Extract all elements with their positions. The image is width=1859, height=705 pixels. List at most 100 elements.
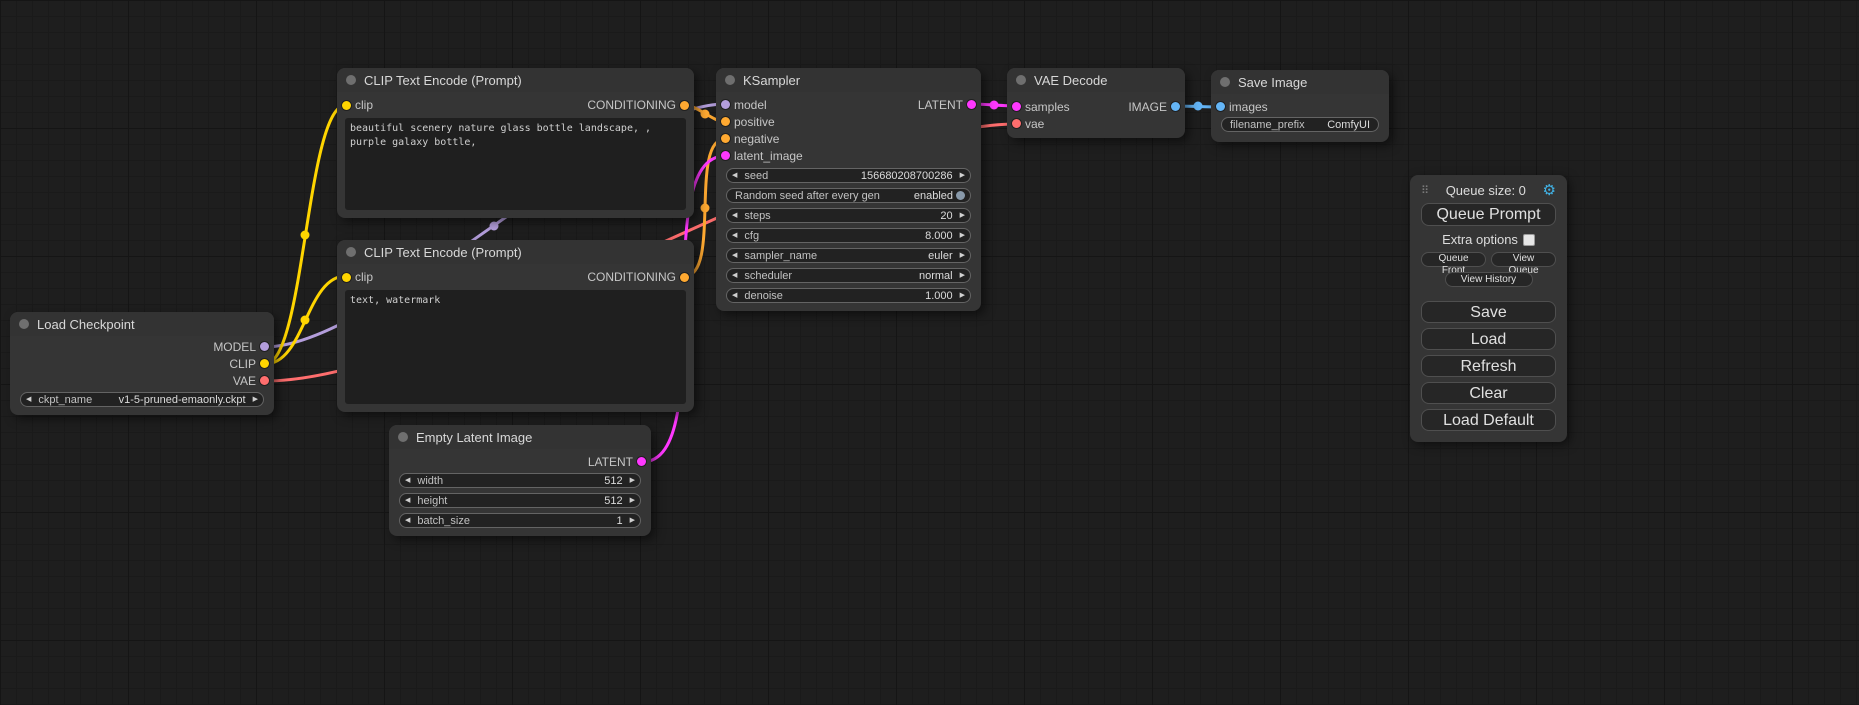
collapse-dot-icon[interactable] xyxy=(19,319,29,329)
collapse-dot-icon[interactable] xyxy=(346,247,356,257)
node-ksampler[interactable]: KSampler model LATENT positive negative … xyxy=(716,68,981,311)
decrement-arrow-icon[interactable]: ◀ xyxy=(732,252,737,259)
clear-button[interactable]: Clear xyxy=(1421,382,1556,404)
queue-prompt-button[interactable]: Queue Prompt xyxy=(1421,203,1556,226)
slot-row: clip CONDITIONING xyxy=(337,264,694,290)
node-clip-text-encode-positive[interactable]: CLIP Text Encode (Prompt) clip CONDITION… xyxy=(337,68,694,218)
model-input-port[interactable] xyxy=(721,100,730,109)
slot-row: clip CONDITIONING xyxy=(337,92,694,118)
steps-widget[interactable]: ◀ steps 20 ▶ xyxy=(726,208,971,223)
scheduler-widget[interactable]: ◀ scheduler normal ▶ xyxy=(726,268,971,283)
increment-arrow-icon[interactable]: ▶ xyxy=(960,212,965,219)
width-widget[interactable]: ◀ width 512 ▶ xyxy=(399,473,641,488)
collapse-dot-icon[interactable] xyxy=(346,75,356,85)
vae-output-port[interactable] xyxy=(260,376,269,385)
node-clip-text-encode-negative[interactable]: CLIP Text Encode (Prompt) clip CONDITION… xyxy=(337,240,694,412)
image-output-port[interactable] xyxy=(1171,102,1180,111)
slot-label: CLIP xyxy=(229,357,256,371)
settings-gear-icon[interactable]: ⚙ xyxy=(1543,181,1556,199)
increment-arrow-icon[interactable]: ▶ xyxy=(960,292,965,299)
collapse-dot-icon[interactable] xyxy=(725,75,735,85)
decrement-arrow-icon[interactable]: ◀ xyxy=(732,232,737,239)
sampler-name-widget[interactable]: ◀ sampler_name euler ▶ xyxy=(726,248,971,263)
decrement-arrow-icon[interactable]: ◀ xyxy=(732,172,737,179)
latent-image-input-port[interactable] xyxy=(721,151,730,160)
cfg-widget[interactable]: ◀ cfg 8.000 ▶ xyxy=(726,228,971,243)
seed-widget[interactable]: ◀ seed 156680208700286 ▶ xyxy=(726,168,971,183)
decrement-arrow-icon[interactable]: ◀ xyxy=(732,292,737,299)
queue-size-label: Queue size: 0 xyxy=(1429,183,1542,198)
node-header[interactable]: CLIP Text Encode (Prompt) xyxy=(337,68,694,92)
queue-front-button[interactable]: Queue Front xyxy=(1421,252,1486,267)
latent-output-port[interactable] xyxy=(637,457,646,466)
denoise-widget[interactable]: ◀ denoise 1.000 ▶ xyxy=(726,288,971,303)
node-header[interactable]: CLIP Text Encode (Prompt) xyxy=(337,240,694,264)
increment-arrow-icon[interactable]: ▶ xyxy=(960,232,965,239)
node-save-image[interactable]: Save Image images filename_prefix ComfyU… xyxy=(1211,70,1389,142)
increment-arrow-icon[interactable]: ▶ xyxy=(253,396,258,403)
random-seed-toggle-widget[interactable]: Random seed after every gen enabled xyxy=(726,188,971,203)
height-widget[interactable]: ◀ height 512 ▶ xyxy=(399,493,641,508)
conditioning-output-port[interactable] xyxy=(680,273,689,282)
link-dot-conditioning-negative xyxy=(701,204,710,213)
conditioning-output-port[interactable] xyxy=(680,101,689,110)
node-title: Empty Latent Image xyxy=(416,430,532,445)
node-vae-decode[interactable]: VAE Decode samples IMAGE vae xyxy=(1007,68,1185,138)
vae-input-port[interactable] xyxy=(1012,119,1021,128)
output-slot-model: MODEL xyxy=(10,338,274,355)
clip-output-port[interactable] xyxy=(260,359,269,368)
node-header[interactable]: Save Image xyxy=(1211,70,1389,94)
decrement-arrow-icon[interactable]: ◀ xyxy=(405,477,410,484)
decrement-arrow-icon[interactable]: ◀ xyxy=(405,517,410,524)
node-load-checkpoint[interactable]: Load Checkpoint MODEL CLIP VAE ◀ ckpt_na… xyxy=(10,312,274,415)
images-input-port[interactable] xyxy=(1216,102,1225,111)
slot-label: LATENT xyxy=(588,455,633,469)
node-empty-latent-image[interactable]: Empty Latent Image LATENT ◀ width 512 ▶ … xyxy=(389,425,651,536)
decrement-arrow-icon[interactable]: ◀ xyxy=(26,396,31,403)
samples-input-port[interactable] xyxy=(1012,102,1021,111)
negative-prompt-textarea[interactable]: text, watermark xyxy=(345,290,686,404)
decrement-arrow-icon[interactable]: ◀ xyxy=(732,212,737,219)
slot-row: latent_image xyxy=(716,147,981,164)
increment-arrow-icon[interactable]: ▶ xyxy=(630,497,635,504)
widget-value: 156680208700286 xyxy=(861,170,953,182)
clip-input-port[interactable] xyxy=(342,101,351,110)
collapse-dot-icon[interactable] xyxy=(1016,75,1026,85)
model-output-port[interactable] xyxy=(260,342,269,351)
view-history-button[interactable]: View History xyxy=(1445,272,1533,287)
refresh-button[interactable]: Refresh xyxy=(1421,355,1556,377)
extra-options-label: Extra options xyxy=(1442,232,1518,247)
collapse-dot-icon[interactable] xyxy=(1220,77,1230,87)
widget-label: ckpt_name xyxy=(38,394,92,406)
batch-size-widget[interactable]: ◀ batch_size 1 ▶ xyxy=(399,513,641,528)
load-default-button[interactable]: Load Default xyxy=(1421,409,1556,431)
clip-input-port[interactable] xyxy=(342,273,351,282)
negative-input-port[interactable] xyxy=(721,134,730,143)
load-button[interactable]: Load xyxy=(1421,328,1556,350)
view-queue-button[interactable]: View Queue xyxy=(1491,252,1556,267)
node-canvas[interactable]: Load Checkpoint MODEL CLIP VAE ◀ ckpt_na… xyxy=(0,0,1859,705)
extra-options-checkbox[interactable] xyxy=(1523,234,1535,246)
node-header[interactable]: KSampler xyxy=(716,68,981,92)
latent-output-port[interactable] xyxy=(967,100,976,109)
positive-input-port[interactable] xyxy=(721,117,730,126)
increment-arrow-icon[interactable]: ▶ xyxy=(630,477,635,484)
widget-value: normal xyxy=(919,270,953,282)
increment-arrow-icon[interactable]: ▶ xyxy=(960,272,965,279)
slot-label: LATENT xyxy=(918,98,963,112)
node-header[interactable]: VAE Decode xyxy=(1007,68,1185,92)
save-button[interactable]: Save xyxy=(1421,301,1556,323)
decrement-arrow-icon[interactable]: ◀ xyxy=(732,272,737,279)
positive-prompt-textarea[interactable]: beautiful scenery nature glass bottle la… xyxy=(345,118,686,210)
increment-arrow-icon[interactable]: ▶ xyxy=(960,252,965,259)
node-header[interactable]: Empty Latent Image xyxy=(389,425,651,449)
drag-handle-icon[interactable]: ⠿ xyxy=(1421,184,1429,197)
increment-arrow-icon[interactable]: ▶ xyxy=(630,517,635,524)
ckpt-name-widget[interactable]: ◀ ckpt_name v1-5-pruned-emaonly.ckpt ▶ xyxy=(20,392,264,407)
link-dot-model xyxy=(490,222,499,231)
collapse-dot-icon[interactable] xyxy=(398,432,408,442)
node-header[interactable]: Load Checkpoint xyxy=(10,312,274,336)
increment-arrow-icon[interactable]: ▶ xyxy=(960,172,965,179)
decrement-arrow-icon[interactable]: ◀ xyxy=(405,497,410,504)
filename-prefix-widget[interactable]: filename_prefix ComfyUI xyxy=(1221,117,1379,132)
